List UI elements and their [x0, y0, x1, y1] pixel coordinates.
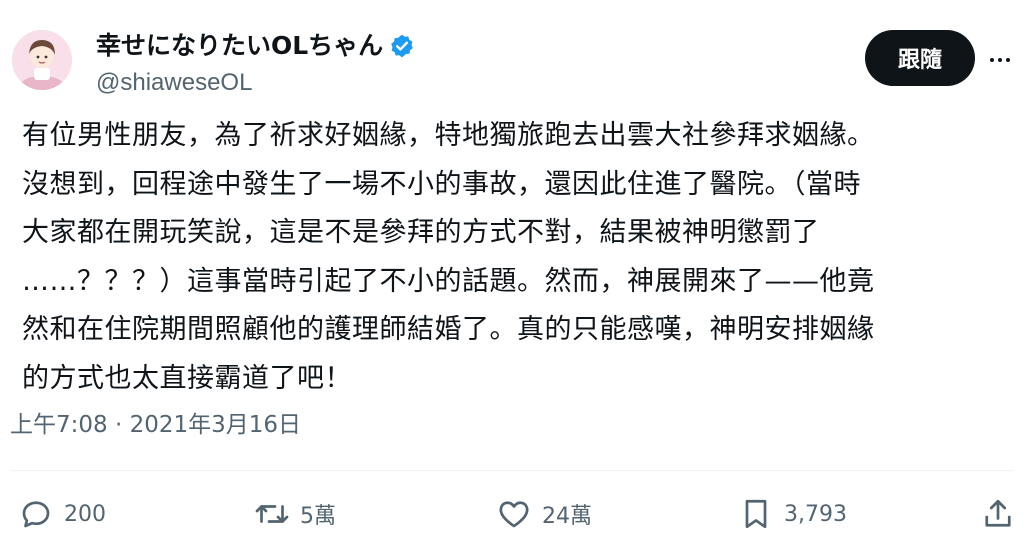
share-icon — [985, 499, 1011, 527]
author-display-name[interactable]: 幸せになりたいOLちゃん — [96, 30, 415, 62]
avatar[interactable] — [12, 30, 72, 90]
more-icon[interactable] — [988, 48, 1012, 72]
share-button[interactable] — [980, 494, 1016, 534]
reply-icon — [22, 501, 50, 528]
bookmark-button[interactable]: 3,793 — [738, 494, 847, 534]
reply-button[interactable]: 200 — [18, 494, 106, 534]
reply-count: 200 — [64, 501, 106, 527]
tweet-line: 大家都在開玩笑說，這是不是參拜的方式不對，結果被神明懲罰了 — [22, 217, 820, 248]
bookmark-count: 3,793 — [784, 501, 847, 527]
avatar-illustration — [12, 30, 72, 90]
retweet-icon — [255, 505, 289, 523]
tweet-line: 有位男性朋友，為了祈求好姻緣，特地獨旅跑去出雲大社參拜求姻緣。 — [22, 120, 875, 151]
retweet-count: 5萬 — [300, 504, 336, 529]
author-handle[interactable]: @shiaweseOL — [96, 68, 252, 98]
tweet-line: 沒想到，回程途中發生了一場不小的事故，還因此住進了醫院。（當時 — [22, 168, 861, 200]
tweet-line: 然和在住院期間照顧他的護理師結婚了。真的只能感嘆，神明安排姻緣 — [22, 314, 875, 345]
heart-icon — [499, 501, 529, 528]
tweet-timestamp[interactable]: 上午7:08 · 2021年3月16日 — [10, 408, 301, 442]
tweet-card: 幸せになりたいOLちゃん @shiaweseOL 跟隨 有位男性朋友，為了祈求好… — [0, 0, 1024, 542]
verified-badge-icon — [389, 33, 415, 59]
follow-button[interactable]: 跟隨 — [865, 30, 975, 86]
author-name-text: 幸せになりたいOLちゃん — [96, 31, 384, 60]
tweet-line: 的方式也太直接霸道了吧！ — [22, 362, 352, 394]
bookmark-icon — [745, 499, 767, 529]
tweet-line: ……？？？）這事當時引起了不小的話題。然而，神展開來了——他竟 — [22, 265, 875, 297]
like-count: 24萬 — [542, 504, 592, 529]
like-button[interactable]: 24萬 — [496, 494, 592, 534]
retweet-button[interactable]: 5萬 — [254, 494, 336, 534]
divider — [10, 470, 1014, 471]
tweet-text: 有位男性朋友，為了祈求好姻緣，特地獨旅跑去出雲大社參拜求姻緣。 沒想到，回程途中… — [22, 112, 1012, 403]
